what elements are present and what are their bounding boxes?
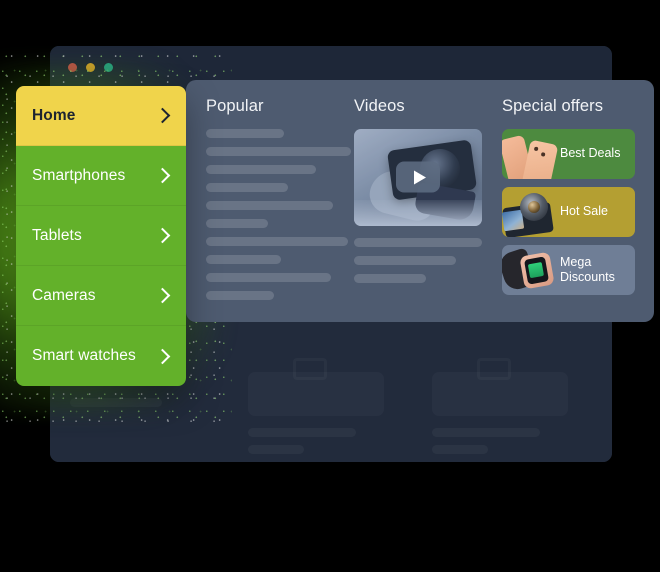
sidebar-item-cameras[interactable]: Cameras [16, 266, 186, 326]
placeholder-image-icon [293, 358, 327, 380]
chevron-right-icon [154, 348, 171, 364]
offer-label-hot-sale: Hot Sale [560, 204, 608, 219]
sidebar-item-label: Home [32, 106, 76, 124]
chevron-right-icon [154, 227, 171, 244]
sidebar-item-home[interactable]: Home [16, 86, 186, 146]
offer-card-hot-sale[interactable]: Hot Sale [502, 186, 635, 237]
offer-label-mega-discounts: Mega Discounts [560, 254, 615, 284]
column-title-videos: Videos [354, 97, 405, 115]
offer-card-mega-discounts[interactable]: Mega Discounts [502, 244, 635, 295]
smartwatch-art [502, 245, 560, 295]
column-special-offers: Special offers Best Deals Hot Sale Mega … [502, 98, 654, 322]
chevron-right-icon [154, 287, 171, 304]
watch-face [523, 255, 550, 285]
sidebar-item-tablets[interactable]: Tablets [16, 206, 186, 266]
column-popular: Popular [186, 98, 354, 322]
column-title-popular: Popular [206, 97, 264, 115]
sidebar-item-label: Smartphones [32, 166, 126, 184]
camera-lens-dot [533, 145, 539, 151]
sidebar-item-label: Cameras [32, 286, 96, 304]
play-triangle [413, 170, 426, 184]
column-title-special-offers: Special offers [502, 97, 604, 115]
camera-lens [520, 192, 548, 221]
offer-label-best-deals: Best Deals [560, 146, 621, 161]
camera-lens-dot [540, 151, 546, 157]
smartphones-art [502, 129, 560, 179]
skeleton-bar [206, 272, 331, 282]
skeleton-bar [206, 236, 348, 246]
skeleton-bar [354, 237, 482, 247]
skeleton-bar [354, 273, 426, 283]
video-thumbnail[interactable] [354, 128, 482, 226]
column-videos: Videos [354, 98, 502, 322]
placeholder-image-icon [477, 358, 511, 380]
skeleton-bar [206, 290, 274, 300]
skeleton-bar [206, 200, 333, 210]
skeleton-bar [206, 218, 268, 228]
chevron-right-icon [154, 167, 171, 184]
placeholder-bar [432, 445, 488, 454]
action-camera-art [502, 187, 560, 237]
screenshot-stage: Popular Videos Special offers Best Deals… [0, 0, 660, 572]
sidebar-item-smart-watches[interactable]: Smart watches [16, 326, 186, 386]
play-icon[interactable] [396, 161, 440, 193]
placeholder-bar [248, 428, 356, 437]
sidebar-item-label: Tablets [32, 226, 82, 244]
skeleton-bar [206, 128, 284, 138]
chevron-right-icon [154, 107, 171, 124]
sidebar-item-smartphones[interactable]: Smartphones [16, 146, 186, 206]
mega-menu-panel: Popular Videos Special offers Best Deals… [186, 80, 654, 322]
skeleton-bar [354, 255, 456, 265]
placeholder-bar [248, 445, 304, 454]
skeleton-bar [206, 182, 288, 192]
offer-card-best-deals[interactable]: Best Deals [502, 128, 635, 179]
sidebar-item-label: Smart watches [32, 347, 136, 364]
skeleton-bar [206, 146, 351, 156]
placeholder-bar [432, 428, 540, 437]
phone-front [521, 139, 559, 179]
category-sidebar: Home Smartphones Tablets Cameras Smart w… [16, 86, 186, 386]
skeleton-bar [206, 254, 281, 264]
skeleton-bar [206, 164, 316, 174]
